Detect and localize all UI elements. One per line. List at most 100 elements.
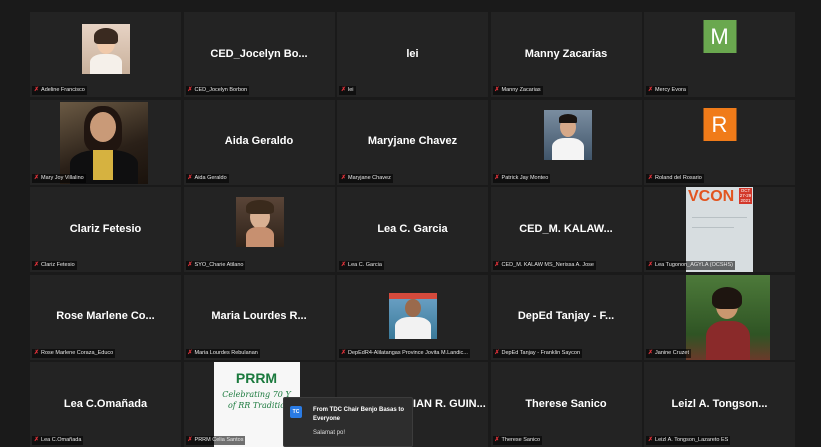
participant-photo xyxy=(389,292,437,339)
participant-tile[interactable]: CED_Jocelyn Bo... ✗ CED_Jocelyn Borbon xyxy=(183,12,335,97)
participant-label: ✗ Mercy Evora xyxy=(646,86,688,95)
participant-label: ✗ Mary Joy Villalino xyxy=(32,173,86,183)
participant-tile[interactable]: Maryjane Chavez ✗ Maryjane Chavez xyxy=(337,99,488,185)
participant-tile[interactable]: DepEd Tanjay - F... ✗ DepEd Tanjay - Fran… xyxy=(490,274,642,360)
muted-mic-icon: ✗ xyxy=(341,87,347,93)
participant-display-name: Leizl A. Tongson... xyxy=(671,397,768,410)
participant-label: ✗ SYO_Charie Atilano xyxy=(185,261,246,270)
muted-mic-icon: ✗ xyxy=(341,174,347,181)
muted-mic-icon: ✗ xyxy=(187,87,193,93)
participant-label: ✗ Maria Lourdes Rebulanan xyxy=(185,348,260,358)
participant-tile[interactable]: Rose Marlene Co... ✗ Rose Marlene Coraza_… xyxy=(30,274,181,360)
chat-message: Salamat po! xyxy=(313,430,346,436)
participant-display-name: Aida Geraldo xyxy=(224,134,294,147)
participant-tile[interactable]: CED_M. KALAW... ✗ CED_M. KALAW MS_Nerissa… xyxy=(490,187,642,272)
participant-display-name: Therese Sanico xyxy=(525,397,607,410)
muted-mic-icon: ✗ xyxy=(341,349,347,356)
participant-tile[interactable]: Lea C. Garcia ✗ Lea C. Garcia xyxy=(337,187,488,272)
vcon-logo-text: VCON xyxy=(688,188,735,205)
participant-photo xyxy=(82,24,130,74)
muted-mic-icon: ✗ xyxy=(494,174,500,181)
participant-tile[interactable]: Therese Sanico ✗ Therese Sanico xyxy=(490,362,642,447)
participant-label: ✗ Adeline Francisco xyxy=(32,86,87,95)
participant-tile[interactable]: ✗ Mary Joy Villalino xyxy=(30,99,181,185)
participant-tile[interactable]: ✗ Adeline Francisco xyxy=(30,12,181,97)
participant-display-name: CED_M. KALAW... xyxy=(519,222,613,235)
chat-notification[interactable]: TC From TDC Chair Benjo Basas to Everyon… xyxy=(283,397,413,447)
participant-tile[interactable]: VCON OCT 27-29 2021 ✗ Lea Tugonon_AGYLA (… xyxy=(644,187,795,272)
participant-label: ✗ DepEd Tanjay - Franklin Saycon xyxy=(492,348,582,358)
participant-label: ✗ Rose Marlene Coraza_Educo xyxy=(32,348,116,358)
participant-display-name: lei xyxy=(406,47,419,60)
muted-mic-icon: ✗ xyxy=(494,87,500,93)
participant-tile[interactable]: ✗ Patrick Jay Monteo xyxy=(490,99,642,185)
participant-display-name: Clariz Fetesio xyxy=(69,222,142,235)
chat-sender: From TDC Chair Benjo Basas to Everyone xyxy=(313,407,405,422)
participant-display-name: Maryjane Chavez xyxy=(367,134,458,147)
participant-label: ✗ Lea Tugonon_AGYLA (OCSHS) xyxy=(646,261,735,270)
participant-label: ✗ Maryjane Chavez xyxy=(339,173,393,183)
sender-avatar: TC xyxy=(290,406,302,418)
muted-mic-icon: ✗ xyxy=(648,174,654,181)
participant-tile[interactable]: Maria Lourdes R... ✗ Maria Lourdes Rebula… xyxy=(183,274,335,360)
participant-label: ✗ Roland del Rosario xyxy=(646,173,704,183)
participant-tile[interactable]: lei ✗ lei xyxy=(337,12,488,97)
participant-video xyxy=(686,274,770,360)
muted-mic-icon: ✗ xyxy=(34,174,40,181)
participant-tile[interactable]: Manny Zacarias ✗ Manny Zacarias xyxy=(490,12,642,97)
participant-tile[interactable]: Leizl A. Tongson... ✗ Leizl A. Tongson_La… xyxy=(644,362,795,447)
participant-label: ✗ Clariz Fetesio xyxy=(32,261,77,270)
participant-tile[interactable]: ✗ SYO_Charie Atilano xyxy=(183,187,335,272)
participant-label: ✗ Janine Cruzet xyxy=(646,348,691,358)
participant-label: ✗ CED_M. KALAW MS_Nerissa A. Jose xyxy=(492,261,596,270)
participant-label: ✗ PRRM Celia Santos xyxy=(185,436,246,445)
participant-tile[interactable]: Clariz Fetesio ✗ Clariz Fetesio xyxy=(30,187,181,272)
muted-mic-icon: ✗ xyxy=(187,437,193,443)
video-grid: ✗ Adeline Francisco CED_Jocelyn Bo... ✗ CE… xyxy=(30,12,795,447)
participant-tile[interactable]: ✗ DepEdR4-Alilatangas Province Jovita M.L… xyxy=(337,274,488,360)
muted-mic-icon: ✗ xyxy=(648,87,654,93)
participant-label: ✗ DepEdR4-Alilatangas Province Jovita M.L… xyxy=(339,348,470,358)
participant-tile[interactable]: Aida Geraldo ✗ Aida Geraldo xyxy=(183,99,335,185)
muted-mic-icon: ✗ xyxy=(187,174,193,181)
participant-video xyxy=(60,101,148,184)
muted-mic-icon: ✗ xyxy=(494,349,500,356)
participant-display-name: Lea C. Garcia xyxy=(377,222,448,235)
participant-tile[interactable]: Lea C.Omañada ✗ Lea C.Omañada xyxy=(30,362,181,447)
participant-label: ✗ Patrick Jay Monteo xyxy=(492,173,551,183)
top-bar xyxy=(0,0,821,10)
participant-tile[interactable]: M ✗ Mercy Evora xyxy=(644,12,795,97)
participant-tile[interactable]: ✗ Janine Cruzet xyxy=(644,274,795,360)
participant-label: ✗ Aida Geraldo xyxy=(185,173,229,183)
muted-mic-icon: ✗ xyxy=(648,437,654,443)
avatar: R xyxy=(703,107,736,141)
muted-mic-icon: ✗ xyxy=(187,349,193,356)
vcon-banner: VCON OCT 27-29 2021 xyxy=(686,187,753,272)
participant-label: ✗ Leizl A. Tongson_Lazareto ES xyxy=(646,436,731,445)
participant-display-name: Lea C.Omañada xyxy=(63,397,148,410)
participant-display-name: Maria Lourdes R... xyxy=(211,309,307,322)
muted-mic-icon: ✗ xyxy=(494,437,500,443)
participant-label: ✗ Therese Sanico xyxy=(492,436,543,445)
muted-mic-icon: ✗ xyxy=(494,262,500,268)
vcon-date-badge: OCT 27-29 2021 xyxy=(739,188,752,204)
muted-mic-icon: ✗ xyxy=(34,349,40,356)
participant-label: ✗ CED_Jocelyn Borbon xyxy=(185,86,250,95)
prrm-logo-text: PRRM xyxy=(235,370,278,386)
muted-mic-icon: ✗ xyxy=(648,262,654,268)
participant-photo xyxy=(235,197,284,247)
participant-display-name: Rose Marlene Co... xyxy=(56,309,155,322)
muted-mic-icon: ✗ xyxy=(34,87,40,93)
participant-display-name: CED_Jocelyn Bo... xyxy=(210,47,308,60)
participant-display-name: DepEd Tanjay - F... xyxy=(517,309,615,322)
participant-label: ✗ Lea C.Omañada xyxy=(32,436,84,445)
participant-label: ✗ lei xyxy=(339,86,356,95)
participant-photo xyxy=(543,109,592,160)
participant-tile[interactable]: R ✗ Roland del Rosario xyxy=(644,99,795,185)
participant-label: ✗ Lea C. Garcia xyxy=(339,261,384,270)
muted-mic-icon: ✗ xyxy=(648,349,654,356)
participant-display-name: Manny Zacarias xyxy=(524,47,608,60)
participant-label: ✗ Manny Zacarias xyxy=(492,86,543,95)
muted-mic-icon: ✗ xyxy=(187,262,193,268)
muted-mic-icon: ✗ xyxy=(34,262,40,268)
